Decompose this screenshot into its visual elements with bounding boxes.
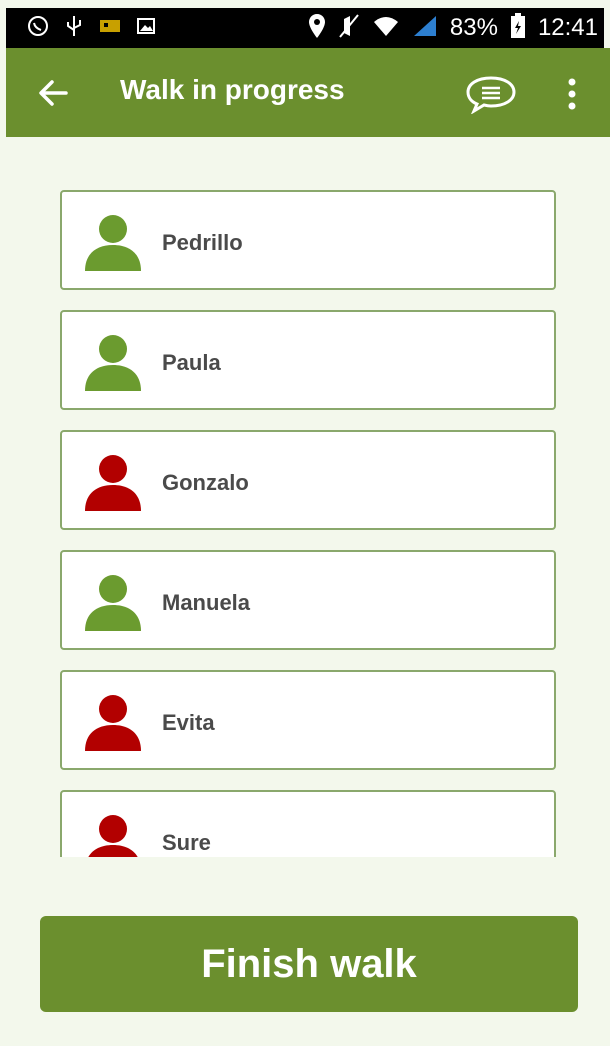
chat-bubble-icon xyxy=(462,76,520,118)
wifi-icon xyxy=(372,14,400,43)
participant-card[interactable]: Paula xyxy=(60,310,556,410)
battery-icon xyxy=(510,12,526,44)
participant-name: Gonzalo xyxy=(162,470,249,495)
mute-icon xyxy=(338,13,360,44)
person-icon xyxy=(84,814,142,857)
battery-percent: 83% xyxy=(449,14,498,41)
game-icon xyxy=(98,16,122,41)
person-icon xyxy=(84,334,142,392)
whatsapp-icon xyxy=(26,14,50,43)
back-arrow-icon xyxy=(36,80,70,114)
status-time: 12:41 xyxy=(537,14,598,41)
location-pin-icon xyxy=(308,13,326,44)
overflow-menu-button[interactable] xyxy=(560,74,584,114)
participant-card[interactable]: Manuela xyxy=(60,550,556,650)
participant-name: Sure xyxy=(162,830,211,855)
participant-card[interactable]: Evita xyxy=(60,670,556,770)
participant-card[interactable]: Gonzalo xyxy=(60,430,556,530)
person-icon xyxy=(84,454,142,512)
back-button[interactable] xyxy=(36,76,70,110)
participant-list[interactable]: Pedrillo Paula Gonzalo Manuela Evita Sure xyxy=(0,137,610,857)
person-icon xyxy=(84,574,142,632)
page-title: Walk in progress xyxy=(120,74,345,105)
usb-icon xyxy=(64,14,84,43)
person-icon xyxy=(84,214,142,272)
signal-icon xyxy=(412,14,438,43)
app-bar: Walk in progress xyxy=(6,48,610,137)
overflow-menu-icon xyxy=(560,78,584,118)
participant-name: Pedrillo xyxy=(162,230,243,255)
chat-button[interactable] xyxy=(462,74,520,115)
participant-name: Manuela xyxy=(162,590,251,615)
finish-walk-button[interactable]: Finish walk xyxy=(40,916,578,1012)
participant-name: Evita xyxy=(162,710,215,735)
status-bar: 83% 12:41 xyxy=(6,8,604,48)
person-icon xyxy=(84,694,142,752)
participant-name: Paula xyxy=(162,350,221,375)
image-icon xyxy=(136,16,156,41)
participant-card[interactable]: Sure xyxy=(60,790,556,857)
participant-card[interactable]: Pedrillo xyxy=(60,190,556,290)
app-screen: 83% 12:41 Walk in progress Pedrillo Paula… xyxy=(0,0,610,1046)
